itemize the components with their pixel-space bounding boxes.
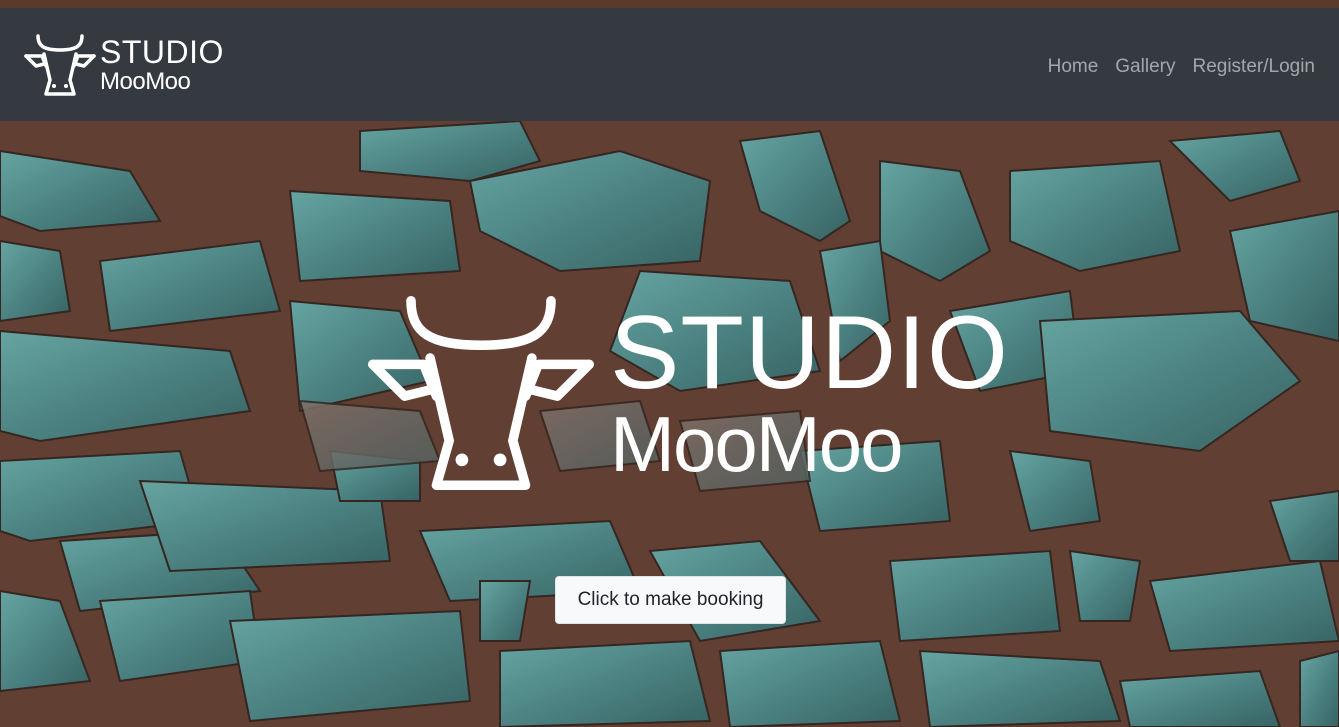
brand-logo[interactable]: STUDIO MooMoo: [24, 30, 224, 100]
nav-register-login-link[interactable]: Register/Login: [1192, 56, 1315, 78]
top-strip: [0, 0, 1339, 8]
brand-name-line2: MooMoo: [100, 67, 191, 95]
cow-head-icon: [24, 33, 96, 96]
nav-home-link[interactable]: Home: [1048, 56, 1099, 78]
hero-section: STUDIO MooMoo Click to make booking: [0, 121, 1339, 727]
brand-name-line1: STUDIO: [100, 33, 224, 70]
make-booking-button[interactable]: Click to make booking: [555, 576, 786, 624]
cow-head-icon: [368, 295, 594, 491]
nav-gallery-link[interactable]: Gallery: [1115, 56, 1175, 78]
hero-logo-line1: STUDIO: [610, 295, 1009, 412]
hero-logo: STUDIO MooMoo: [366, 288, 1009, 498]
hero-logo-line2: MooMoo: [610, 399, 903, 488]
navbar: STUDIO MooMoo Home Gallery Register/Logi…: [0, 8, 1339, 121]
nav-links: Home Gallery Register/Login: [1048, 56, 1315, 78]
